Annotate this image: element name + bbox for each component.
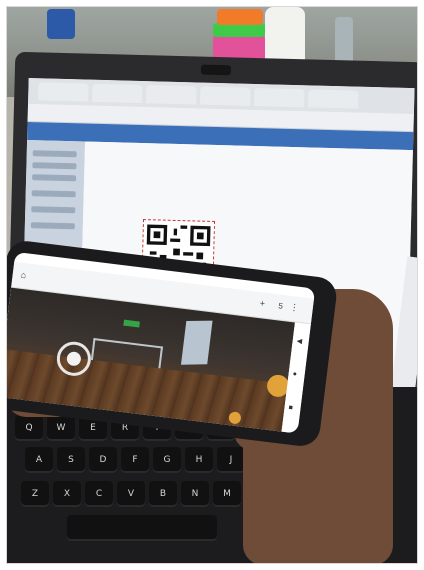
webcam	[200, 64, 232, 76]
green-cup	[213, 23, 265, 37]
nav-home-icon[interactable]: ●	[292, 371, 301, 380]
browser-tab[interactable]	[254, 87, 305, 108]
key[interactable]: F	[121, 447, 149, 473]
key[interactable]: N	[181, 481, 209, 507]
more-menu-icon[interactable]: ⋮	[289, 302, 299, 314]
key[interactable]: C	[85, 481, 113, 507]
key[interactable]: Z	[21, 481, 49, 507]
browser-tab[interactable]	[308, 89, 359, 109]
sidebar-item[interactable]	[31, 206, 76, 214]
browser-tab[interactable]	[200, 86, 251, 106]
joystick-knob[interactable]	[66, 350, 82, 367]
browser-tab[interactable]	[38, 82, 89, 102]
browser-tab[interactable]	[92, 83, 143, 104]
green-sign	[123, 319, 140, 328]
key[interactable]: V	[117, 481, 145, 507]
home-icon[interactable]: ⌂	[20, 270, 27, 281]
sidebar-item[interactable]	[32, 150, 77, 158]
phone-screen: ⌂ + 5 ⋮ ◀ ● ■	[7, 251, 316, 434]
key[interactable]: G	[153, 447, 181, 473]
new-tab-icon[interactable]: +	[259, 298, 265, 309]
sidebar-item[interactable]	[32, 174, 77, 182]
key[interactable]: Q	[15, 415, 43, 441]
spacebar[interactable]	[67, 515, 217, 541]
browser-tab[interactable]	[146, 85, 197, 105]
sidebar-item[interactable]	[31, 190, 76, 198]
orange-cup	[217, 9, 263, 25]
nav-back-icon[interactable]: ◀	[296, 337, 305, 346]
key[interactable]: B	[149, 481, 177, 507]
photo-frame: Q W E R T Y U I A S D F G H J Z X C V B …	[6, 6, 418, 564]
room-window	[180, 320, 213, 365]
key[interactable]: X	[53, 481, 81, 507]
key[interactable]: W	[47, 415, 75, 441]
key[interactable]: J	[217, 447, 245, 473]
key[interactable]: D	[89, 447, 117, 473]
tab-count-icon[interactable]: 5	[278, 301, 284, 310]
sidebar-item[interactable]	[30, 222, 75, 230]
blue-book	[47, 9, 75, 39]
key[interactable]: H	[185, 447, 213, 473]
key[interactable]: A	[25, 447, 53, 473]
key[interactable]: M	[213, 481, 241, 507]
key[interactable]: S	[57, 447, 85, 473]
sidebar-item[interactable]	[32, 162, 77, 170]
nav-recent-icon[interactable]: ■	[288, 404, 297, 413]
